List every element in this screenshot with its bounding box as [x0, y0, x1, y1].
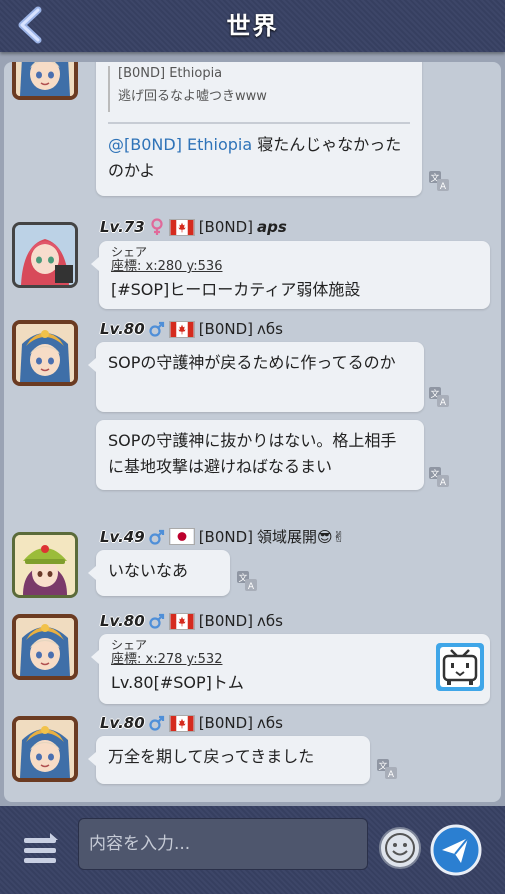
input-bar — [0, 806, 505, 894]
user-alliance[interactable]: [B0ND] — [199, 320, 253, 338]
message-bubble[interactable]: 万全を期して戻ってきました — [88, 736, 370, 784]
message-bubble[interactable]: [B0ND] Ethiopia 逃げ回るなよ嘘つきwww @[B0ND] Eth… — [96, 62, 422, 196]
message-text: Lv.80[#SOP]トム — [111, 673, 244, 692]
message-text: SOPの守護神が戻るために作ってるのか — [108, 353, 396, 372]
avatar[interactable] — [12, 222, 78, 288]
share-bubble[interactable]: シェア 座標: x:280 y:536 [#SOP]ヒーローカティア弱体施設 — [91, 241, 490, 309]
canada-flag-icon — [168, 714, 195, 732]
user-name[interactable]: ʌбs — [257, 320, 283, 338]
canada-flag-icon — [168, 612, 195, 630]
divider — [108, 122, 410, 124]
share-label: シェア — [111, 638, 148, 652]
chat-panel[interactable]: [B0ND] Ethiopia 逃げ回るなよ嘘つきwww @[B0ND] Eth… — [4, 62, 501, 802]
share-bubble[interactable]: シェア 座標: x:278 y:532 Lv.80[#SOP]トム — [91, 634, 490, 704]
menu-toggle-button[interactable] — [20, 830, 62, 870]
avatar-image — [16, 720, 74, 778]
message-text: [#SOP]ヒーローカティア弱体施設 — [111, 280, 361, 299]
message-bubble[interactable]: SOPの守護神が戻るために作ってるのか — [88, 342, 424, 412]
avatar-image — [16, 324, 74, 382]
user-line: Lv.80 [B0ND] ʌбs — [100, 612, 283, 630]
avatar[interactable] — [12, 614, 78, 680]
user-name[interactable]: ʌбs — [257, 714, 283, 732]
message-text: いないなあ — [108, 561, 189, 580]
avatar[interactable] — [12, 532, 78, 598]
user-level: Lv.80 — [100, 320, 145, 338]
user-level: Lv.80 — [100, 714, 145, 732]
quoted-message: [B0ND] Ethiopia 逃げ回るなよ嘘つきwww — [108, 66, 410, 112]
japan-flag-icon — [168, 528, 195, 545]
translate-icon[interactable] — [428, 466, 450, 488]
user-level: Lv.49 — [100, 527, 145, 546]
user-alliance[interactable]: [B0ND] — [199, 612, 253, 630]
send-button[interactable] — [430, 824, 482, 876]
quote-author: [B0ND] Ethiopia — [118, 66, 223, 81]
emoji-button[interactable] — [378, 826, 422, 870]
message-text: @[B0ND] Ethiopia 寝たんじゃなかったのかよ — [108, 132, 410, 184]
page-title: 世界 — [226, 12, 279, 40]
avatar[interactable] — [12, 320, 78, 386]
message-text: SOPの守護神に抜かりはない。格上相手に基地攻撃は避けねばなるまい — [108, 431, 397, 476]
message-text: 万全を期して戻ってきました — [108, 747, 315, 766]
female-icon — [149, 218, 165, 236]
male-icon — [149, 612, 165, 630]
message-bubble[interactable]: いないなあ — [88, 550, 230, 596]
send-icon — [430, 824, 482, 876]
user-line: Lv.80 [B0ND] ʌбs — [100, 320, 283, 338]
avatar[interactable] — [12, 716, 78, 782]
message-bubble[interactable]: SOPの守護神に抜かりはない。格上相手に基地攻撃は避けねばなるまい — [96, 420, 424, 490]
translate-icon[interactable] — [236, 570, 258, 592]
user-name[interactable]: aps — [257, 218, 287, 236]
quote-text: 逃げ回るなよ嘘つきwww — [118, 89, 267, 104]
canada-flag-icon — [168, 218, 195, 236]
avatar-image — [15, 225, 75, 285]
user-line: Lv.49 [B0ND] 領域展開😎✌ — [100, 526, 345, 547]
user-level: Lv.73 — [100, 218, 145, 236]
translate-icon[interactable] — [376, 758, 398, 780]
user-name[interactable]: ʌбs — [257, 612, 283, 630]
menu-toggle-icon — [24, 833, 58, 863]
avatar-image — [16, 62, 74, 96]
user-alliance[interactable]: [B0ND] — [199, 218, 253, 236]
user-level: Lv.80 — [100, 612, 145, 630]
canada-flag-icon — [168, 320, 195, 338]
share-label: シェア — [111, 245, 148, 259]
share-coordinates[interactable]: 座標: x:278 y:532 — [111, 652, 478, 668]
avatar[interactable] — [12, 62, 78, 100]
tv-mascot-icon[interactable] — [435, 642, 485, 692]
emoji-icon — [379, 827, 421, 869]
mention-link[interactable]: @[B0ND] Ethiopia — [108, 135, 252, 154]
male-icon — [149, 714, 165, 732]
avatar-image — [15, 535, 75, 595]
male-icon — [149, 528, 165, 546]
male-icon — [149, 320, 165, 338]
user-line: Lv.73 [B0ND] aps — [100, 218, 287, 236]
message-input[interactable] — [78, 818, 368, 870]
user-alliance[interactable]: [B0ND] — [199, 714, 253, 732]
translate-icon[interactable] — [428, 170, 450, 192]
user-name[interactable]: 領域展開😎✌ — [257, 526, 345, 547]
user-line: Lv.80 [B0ND] ʌбs — [100, 714, 283, 732]
share-coordinates[interactable]: 座標: x:280 y:536 — [111, 259, 478, 275]
translate-icon[interactable] — [428, 386, 450, 408]
user-alliance[interactable]: [B0ND] — [199, 528, 253, 546]
avatar-image — [16, 618, 74, 676]
top-bar: 世界 — [0, 0, 505, 52]
